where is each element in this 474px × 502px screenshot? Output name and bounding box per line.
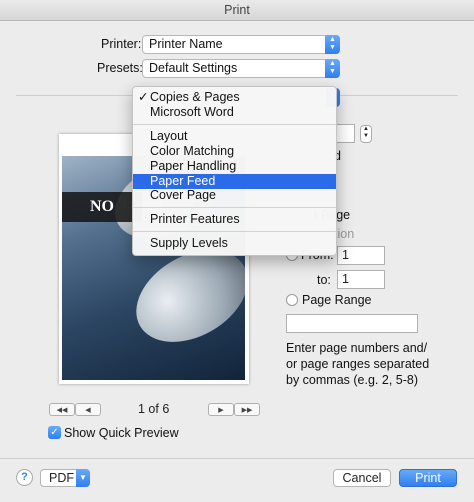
page-range-label: Page Range (302, 293, 372, 307)
chevron-updown-icon: ▲ ▼ (325, 59, 340, 78)
prev-page-button[interactable]: ◀ (75, 403, 101, 416)
first-page-button[interactable]: ◀◀ (49, 403, 75, 416)
menu-item-paper-handling[interactable]: Paper Handling (133, 159, 336, 174)
footer-separator (0, 458, 474, 459)
menu-separator (133, 124, 336, 125)
cancel-button[interactable]: Cancel (333, 469, 391, 487)
menu-item-cover-page[interactable]: Cover Page (133, 188, 336, 203)
to-label: to: (317, 273, 331, 287)
page-range-radio[interactable] (286, 294, 298, 306)
menu-separator (133, 231, 336, 232)
menu-separator (133, 207, 336, 208)
page-range-field[interactable] (286, 314, 418, 333)
show-quick-preview-label: Show Quick Preview (64, 426, 179, 440)
menu-item-color-matching[interactable]: Color Matching (133, 144, 336, 159)
section-menu: ✓ Copies & Pages Microsoft Word Layout C… (132, 86, 337, 256)
to-field[interactable]: 1 (337, 270, 385, 289)
presets-select[interactable]: Default Settings ▲ ▼ (142, 59, 340, 78)
from-field[interactable]: 1 (337, 246, 385, 265)
window-title: Print (0, 0, 474, 21)
page-range-help: Enter page numbers and/ or page ranges s… (286, 341, 430, 387)
copies-field[interactable] (335, 124, 355, 143)
help-button[interactable]: ? (16, 469, 33, 486)
pdf-button[interactable]: PDF ▼ (40, 469, 90, 487)
show-quick-preview-checkbox[interactable]: ✓ (48, 426, 61, 439)
printer-label: Printer: (101, 37, 142, 51)
page-indicator: 1 of 6 (138, 402, 170, 416)
presets-value: Default Settings (149, 61, 238, 75)
menu-item-paper-feed[interactable]: Paper Feed (133, 174, 336, 189)
selection-label: tion (334, 227, 355, 241)
checkmark-icon: ✓ (138, 90, 149, 104)
preview-banner: NO (62, 192, 142, 222)
printer-value: Printer Name (149, 37, 223, 51)
menu-item-copies-pages[interactable]: ✓ Copies & Pages (133, 90, 336, 105)
chevron-down-icon: ▼ (76, 469, 90, 487)
menu-item-printer-features[interactable]: Printer Features (133, 212, 336, 227)
printer-select[interactable]: Printer Name ▲ ▼ (142, 35, 340, 54)
copies-stepper[interactable]: ▲ ▼ (360, 125, 372, 143)
last-page-button[interactable]: ▶▶ (234, 403, 260, 416)
menu-item-layout[interactable]: Layout (133, 129, 336, 144)
menu-item-supply-levels[interactable]: Supply Levels (133, 236, 336, 251)
pdf-label: PDF (49, 471, 74, 485)
chevron-updown-icon: ▲ ▼ (325, 35, 340, 54)
menu-item-microsoft-word[interactable]: Microsoft Word (133, 105, 336, 120)
presets-label: Presets: (97, 61, 143, 75)
next-page-button[interactable]: ▶ (208, 403, 234, 416)
print-button[interactable]: Print (399, 469, 457, 487)
